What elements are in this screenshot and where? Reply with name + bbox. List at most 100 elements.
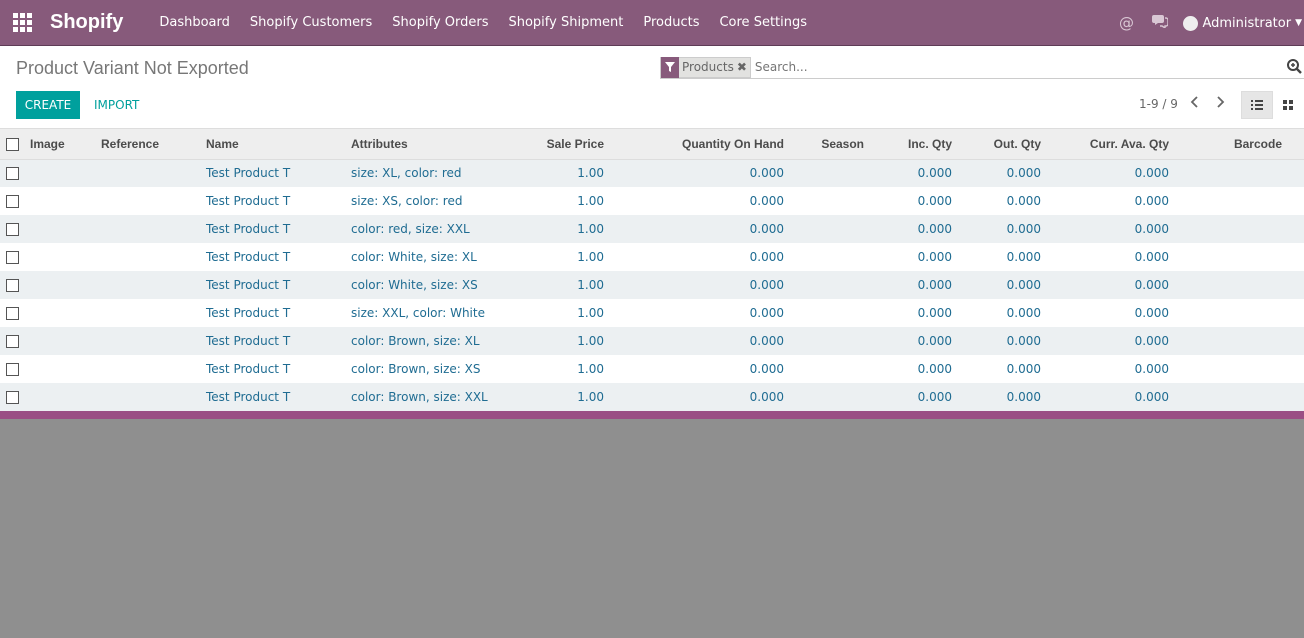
list-view-button[interactable] [1241,91,1273,119]
cell-quantity-on-hand[interactable]: 0.000 [610,215,790,243]
cell-attributes[interactable]: size: XS, color: red [345,187,500,215]
cell-quantity-on-hand[interactable]: 0.000 [610,271,790,299]
table-row[interactable]: Test Product Tcolor: Brown, size: XL 1.00… [0,327,1304,355]
cell-inc-qty[interactable]: 0.000 [870,299,958,327]
cell-attributes[interactable]: color: Brown, size: XXL [345,383,500,411]
cell-name[interactable]: Test Product T [200,243,345,271]
cell-sale-price[interactable]: 1.00 [500,243,610,271]
menu-shopify-shipment[interactable]: Shopify Shipment [498,0,633,46]
row-checkbox[interactable] [6,279,19,292]
row-checkbox[interactable] [6,363,19,376]
cell-curr-ava-qty[interactable]: 0.000 [1047,243,1175,271]
cell-out-qty[interactable]: 0.000 [958,243,1047,271]
cell-sale-price[interactable]: 1.00 [500,271,610,299]
table-row[interactable]: Test Product Tcolor: Brown, size: XXL 1.0… [0,383,1304,411]
cell-out-qty[interactable]: 0.000 [958,187,1047,215]
search-facet[interactable]: Products ✖ [660,56,751,78]
cell-curr-ava-qty[interactable]: 0.000 [1047,327,1175,355]
pager-next-icon[interactable] [1216,95,1226,113]
menu-dashboard[interactable]: Dashboard [149,0,240,46]
row-checkbox[interactable] [6,335,19,348]
cell-sale-price[interactable]: 1.00 [500,327,610,355]
row-checkbox[interactable] [6,223,19,236]
cell-quantity-on-hand[interactable]: 0.000 [610,159,790,187]
cell-sale-price[interactable]: 1.00 [500,159,610,187]
cell-sale-price[interactable]: 1.00 [500,383,610,411]
cell-attributes[interactable]: color: White, size: XS [345,271,500,299]
row-checkbox[interactable] [6,167,19,181]
cell-out-qty[interactable]: 0.000 [958,383,1047,411]
cell-quantity-on-hand[interactable]: 0.000 [610,355,790,383]
kanban-view-button[interactable] [1274,91,1302,119]
table-row[interactable]: Test Product Tcolor: White, size: XL 1.00… [0,243,1304,271]
cell-attributes[interactable]: size: XL, color: red [345,159,500,187]
row-checkbox[interactable] [6,195,19,208]
cell-curr-ava-qty[interactable]: 0.000 [1047,187,1175,215]
row-checkbox[interactable] [6,251,19,264]
column-header-inc-qty[interactable]: Inc. Qty [870,129,958,160]
table-row[interactable]: Test Product Tsize: XS, color: red 1.00 0.… [0,187,1304,215]
column-header-reference[interactable]: Reference [95,129,200,160]
cell-quantity-on-hand[interactable]: 0.000 [610,327,790,355]
cell-curr-ava-qty[interactable]: 0.000 [1047,383,1175,411]
cell-curr-ava-qty[interactable]: 0.000 [1047,299,1175,327]
cell-curr-ava-qty[interactable]: 0.000 [1047,215,1175,243]
cell-curr-ava-qty[interactable]: 0.000 [1047,355,1175,383]
menu-shopify-orders[interactable]: Shopify Orders [382,0,498,46]
create-button[interactable]: CREATE [16,91,80,119]
cell-name[interactable]: Test Product T [200,383,345,411]
cell-name[interactable]: Test Product T [200,299,345,327]
column-header-out-qty[interactable]: Out. Qty [958,129,1047,160]
table-row[interactable]: Test Product Tcolor: White, size: XS 1.00… [0,271,1304,299]
select-all-checkbox[interactable] [6,137,19,151]
cell-name[interactable]: Test Product T [200,215,345,243]
pager-value[interactable]: 1-9 / 9 [1139,97,1178,111]
cell-inc-qty[interactable]: 0.000 [870,243,958,271]
cell-sale-price[interactable]: 1.00 [500,299,610,327]
facet-remove-icon[interactable]: ✖ [737,60,750,74]
column-header-season[interactable]: Season [790,129,870,160]
table-row[interactable]: Test Product Tsize: XL, color: red 1.00 0.… [0,159,1304,187]
cell-inc-qty[interactable]: 0.000 [870,383,958,411]
cell-out-qty[interactable]: 0.000 [958,355,1047,383]
cell-quantity-on-hand[interactable]: 0.000 [610,243,790,271]
cell-inc-qty[interactable]: 0.000 [870,271,958,299]
cell-curr-ava-qty[interactable]: 0.000 [1047,271,1175,299]
cell-name[interactable]: Test Product T [200,355,345,383]
at-sign-icon[interactable]: @ [1109,14,1143,32]
column-header-image[interactable]: Image [24,129,95,160]
cell-name[interactable]: Test Product T [200,159,345,187]
column-header-barcode[interactable]: Barcode [1175,129,1304,160]
cell-inc-qty[interactable]: 0.000 [870,355,958,383]
cell-out-qty[interactable]: 0.000 [958,159,1047,187]
cell-inc-qty[interactable]: 0.000 [870,215,958,243]
chat-icon[interactable] [1143,14,1177,32]
cell-name[interactable]: Test Product T [200,327,345,355]
menu-core-settings[interactable]: Core Settings [709,0,817,46]
cell-attributes[interactable]: color: White, size: XL [345,243,500,271]
row-checkbox[interactable] [6,391,19,404]
menu-products[interactable]: Products [633,0,709,46]
cell-sale-price[interactable]: 1.00 [500,215,610,243]
cell-quantity-on-hand[interactable]: 0.000 [610,383,790,411]
column-header-curr-ava-qty[interactable]: Curr. Ava. Qty [1047,129,1175,160]
cell-out-qty[interactable]: 0.000 [958,327,1047,355]
apps-grid-icon[interactable] [0,0,44,46]
cell-attributes[interactable]: color: red, size: XXL [345,215,500,243]
cell-out-qty[interactable]: 0.000 [958,215,1047,243]
row-checkbox[interactable] [6,307,19,320]
table-row[interactable]: Test Product Tcolor: Brown, size: XS 1.00… [0,355,1304,383]
column-header-name[interactable]: Name [200,129,345,160]
menu-shopify-customers[interactable]: Shopify Customers [240,0,382,46]
cell-out-qty[interactable]: 0.000 [958,299,1047,327]
cell-attributes[interactable]: size: XXL, color: White [345,299,500,327]
user-menu[interactable]: Administrator ▼ [1177,15,1304,31]
cell-sale-price[interactable]: 1.00 [500,355,610,383]
search-input[interactable] [754,60,1275,74]
import-button[interactable]: IMPORT [86,91,147,119]
cell-quantity-on-hand[interactable]: 0.000 [610,187,790,215]
cell-inc-qty[interactable]: 0.000 [870,327,958,355]
column-header-quantity-on-hand[interactable]: Quantity On Hand [610,129,790,160]
cell-attributes[interactable]: color: Brown, size: XL [345,327,500,355]
cell-name[interactable]: Test Product T [200,187,345,215]
